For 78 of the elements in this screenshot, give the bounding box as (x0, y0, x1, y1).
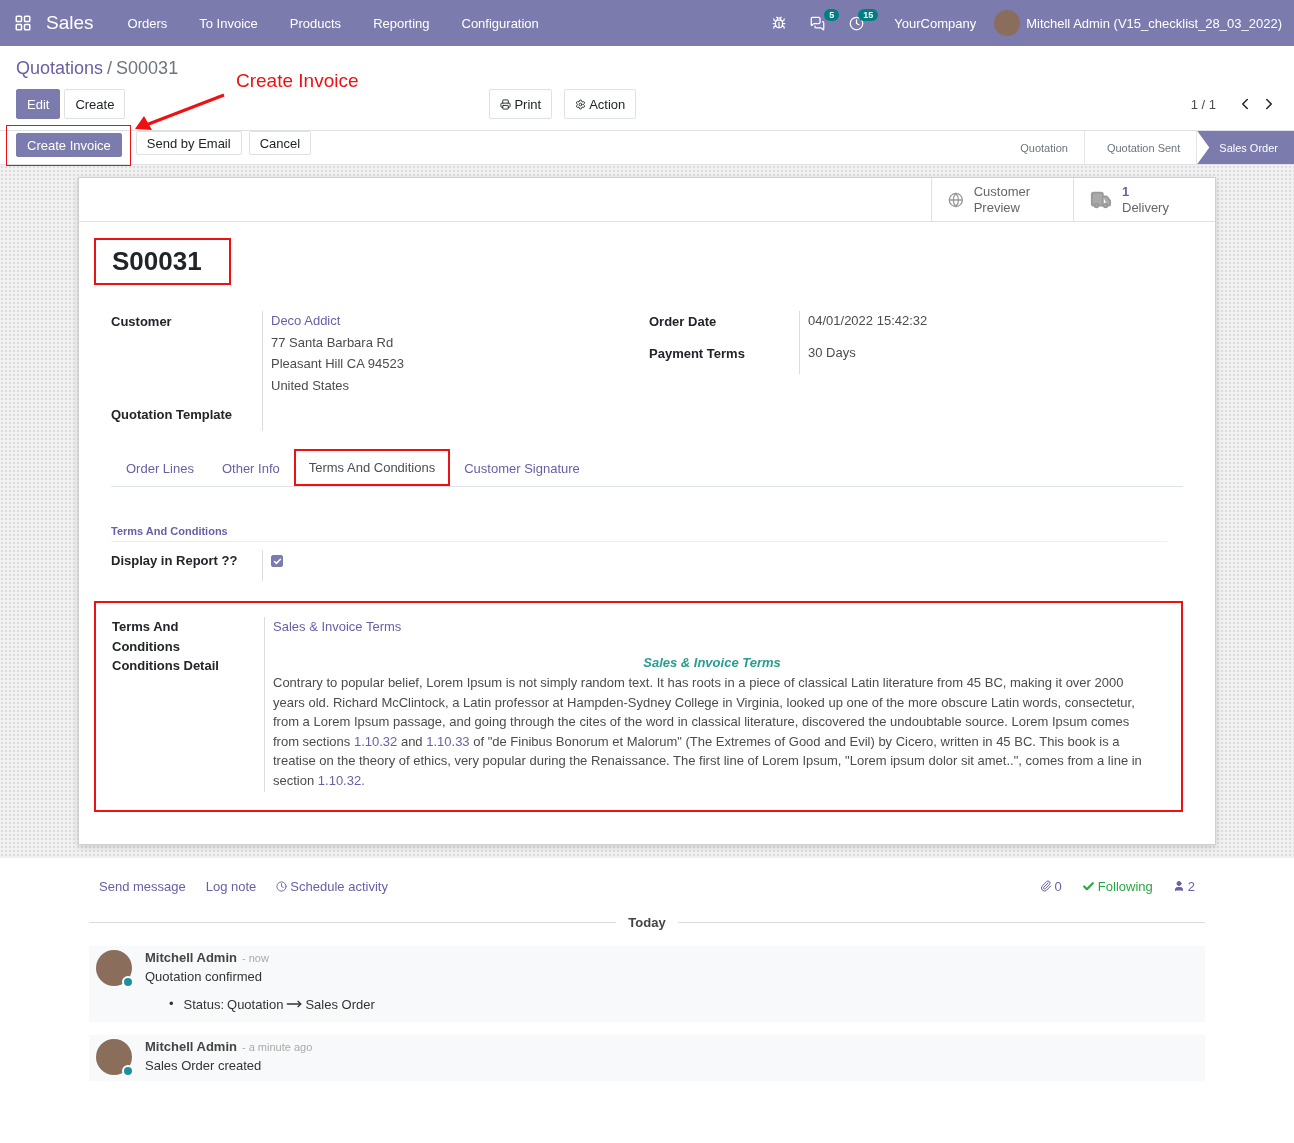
field-label: Order Date (649, 313, 718, 331)
tracking-label: Status: (183, 996, 225, 1012)
terms-paragraph: Contrary to popular belief, Lorem Ipsum is not simply random text. It has roots in a piece of classical Latin literature from 45 BC, making it over 2000 years old. Richard McClintock, a Latin professor at Hampden-Sydney College in Virginia, looked up one of the more obscure Latin words, consectetur, from a Lorem Ipsum passage, and going through the cites of the word in classical literature, discovered the undoubtable source. Lorem Ipsum comes from sections 1.10.32 and 1.10.33 of "de Finibus Bonorum et Malorum" (The Extremes of Good and Evil) by Cicero, written in 45 BC. This book is a treatise on the theory of ethics, very popular during the Renaissance. The first line of Lorem Ipsum, "Lorem ipsum dolor sit amet..", comes from a line in section 1.10.32. (273, 674, 1143, 790)
field-label: Display in Report ?? (111, 552, 239, 570)
author-avatar (96, 950, 132, 986)
activity-clock-icon[interactable] (849, 15, 865, 31)
status-stage[interactable]: Sales Order (1197, 131, 1294, 164)
chat-icon[interactable] (810, 15, 826, 31)
followers-counter[interactable]: 2 (1172, 878, 1195, 894)
tracking-old-value: Quotation (227, 996, 284, 1012)
author-avatar (96, 1039, 132, 1075)
edit-button[interactable]: Edit (16, 89, 61, 119)
chatter-action-link[interactable]: Log note (205, 878, 257, 894)
section-link[interactable]: 1.10.32. (317, 772, 365, 788)
company-switcher[interactable]: YourCompany (876, 15, 995, 31)
paperclip-icon (1039, 880, 1052, 892)
breadcrumb-separator: / (107, 58, 113, 80)
address-line: Pleasant Hill CA 94523 (271, 355, 405, 372)
following-button[interactable]: Following (1081, 878, 1153, 894)
create-invoice-button[interactable]: Create Invoice (16, 133, 122, 157)
field-label: Payment Terms (649, 344, 746, 363)
menu-item[interactable]: Orders (111, 15, 184, 31)
bug-icon[interactable] (772, 16, 787, 30)
record-title: S00031 (94, 238, 231, 285)
clock-icon (276, 880, 288, 892)
attachments-counter[interactable]: 0 (1039, 878, 1062, 894)
menu-item[interactable]: Products (273, 15, 358, 31)
field-value: 30 Days (808, 343, 857, 360)
online-status-dot (122, 976, 134, 988)
terms-heading: Sales & Invoice Terms (642, 655, 782, 670)
menu-item[interactable]: To Invoice (183, 15, 274, 31)
message-body: Quotation confirmed (145, 969, 264, 984)
field-label: Customer (111, 313, 173, 331)
apps-menu-icon[interactable] (14, 14, 32, 32)
pager-counter[interactable]: 1 / 1 (1190, 96, 1216, 112)
gear-icon (575, 98, 587, 110)
field-value: 04/01/2022 15:42:32 (808, 312, 929, 329)
menu-item[interactable]: Configuration (445, 15, 555, 31)
message-author: Mitchell Admin (145, 1039, 237, 1054)
form-tab[interactable]: Terms And Conditions (293, 449, 451, 486)
user-icon (1172, 880, 1185, 892)
message-author: Mitchell Admin (145, 950, 237, 965)
printer-icon (500, 98, 512, 110)
preview-smart-button[interactable]: Customer Preview (931, 178, 1073, 221)
send-email-button[interactable]: Send by Email (135, 131, 242, 155)
chatter-action-link[interactable]: Send message (99, 878, 186, 894)
delivery-smart-button[interactable]: 1 Delivery (1073, 178, 1215, 221)
cancel-button[interactable]: Cancel (248, 131, 312, 155)
message-time: - a minute ago (241, 1041, 313, 1053)
date-divider: Today (627, 915, 667, 930)
user-menu[interactable]: Mitchell Admin (V15_checklist_28_03_2022) (1026, 15, 1282, 31)
online-status-dot (122, 1065, 134, 1077)
checkbox[interactable] (271, 555, 283, 567)
schedule-activity-link[interactable]: Schedule activity (276, 878, 388, 894)
print-button[interactable]: Print (489, 89, 553, 119)
breadcrumb-current: S00031 (116, 58, 179, 80)
tracking-new-value: Sales Order (305, 996, 375, 1012)
message-body: Sales Order created (145, 1058, 263, 1073)
action-button[interactable]: Action (564, 89, 637, 119)
field-label: Terms And Conditions Conditions Detail (112, 618, 220, 675)
breadcrumb-link[interactable]: Quotations (16, 58, 104, 84)
list-bullet: • (169, 996, 174, 1012)
app-name[interactable]: Sales (46, 12, 94, 34)
terms-link[interactable]: Sales & Invoice Terms (273, 619, 402, 634)
message-count-badge: 5 (824, 8, 840, 21)
check-icon (1081, 879, 1095, 893)
section-title: Terms And Conditions (111, 525, 1167, 542)
field-label: Quotation Template (111, 406, 234, 424)
create-button[interactable]: Create (64, 89, 126, 119)
section-link[interactable]: 1.10.33 (426, 733, 470, 749)
customer-link[interactable]: Deco Addict (271, 311, 649, 329)
address-line: United States (271, 376, 351, 393)
address-line: 77 Santa Barbara Rd (271, 333, 395, 350)
activity-count-badge: 15 (858, 8, 879, 21)
annotation-label: Create Invoice (236, 70, 359, 92)
section-link[interactable]: 1.10.32 (353, 733, 398, 749)
message-time: - now (241, 952, 269, 964)
menu-item[interactable]: Reporting (357, 15, 446, 31)
